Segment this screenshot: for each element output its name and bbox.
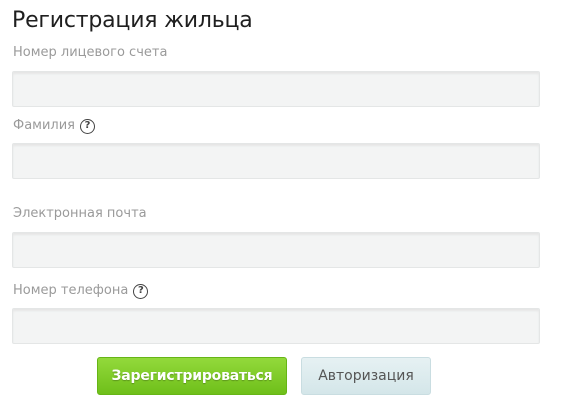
account-number-label-text: Номер лицевого счета [13, 45, 168, 60]
register-button[interactable]: Зарегистрироваться [97, 357, 287, 395]
register-button-label: Зарегистрироваться [111, 368, 273, 384]
question-circle-icon[interactable]: ? [133, 283, 149, 299]
login-button[interactable]: Авторизация [301, 357, 431, 395]
account-number-input[interactable] [12, 71, 540, 107]
phone-input[interactable] [12, 308, 540, 344]
phone-label: Номер телефона ? [13, 283, 149, 299]
surname-label-text: Фамилия [13, 118, 75, 133]
surname-label: Фамилия ? [13, 118, 95, 134]
question-circle-icon[interactable]: ? [80, 118, 95, 134]
login-button-label: Авторизация [318, 368, 414, 384]
page-title: Регистрация жильца [12, 8, 253, 33]
phone-label-text: Номер телефона [13, 283, 129, 298]
email-input[interactable] [12, 232, 540, 268]
email-label-text: Электронная почта [13, 206, 147, 221]
account-number-label: Номер лицевого счета [13, 45, 167, 61]
surname-input[interactable] [12, 143, 540, 179]
email-label: Электронная почта [13, 206, 147, 222]
